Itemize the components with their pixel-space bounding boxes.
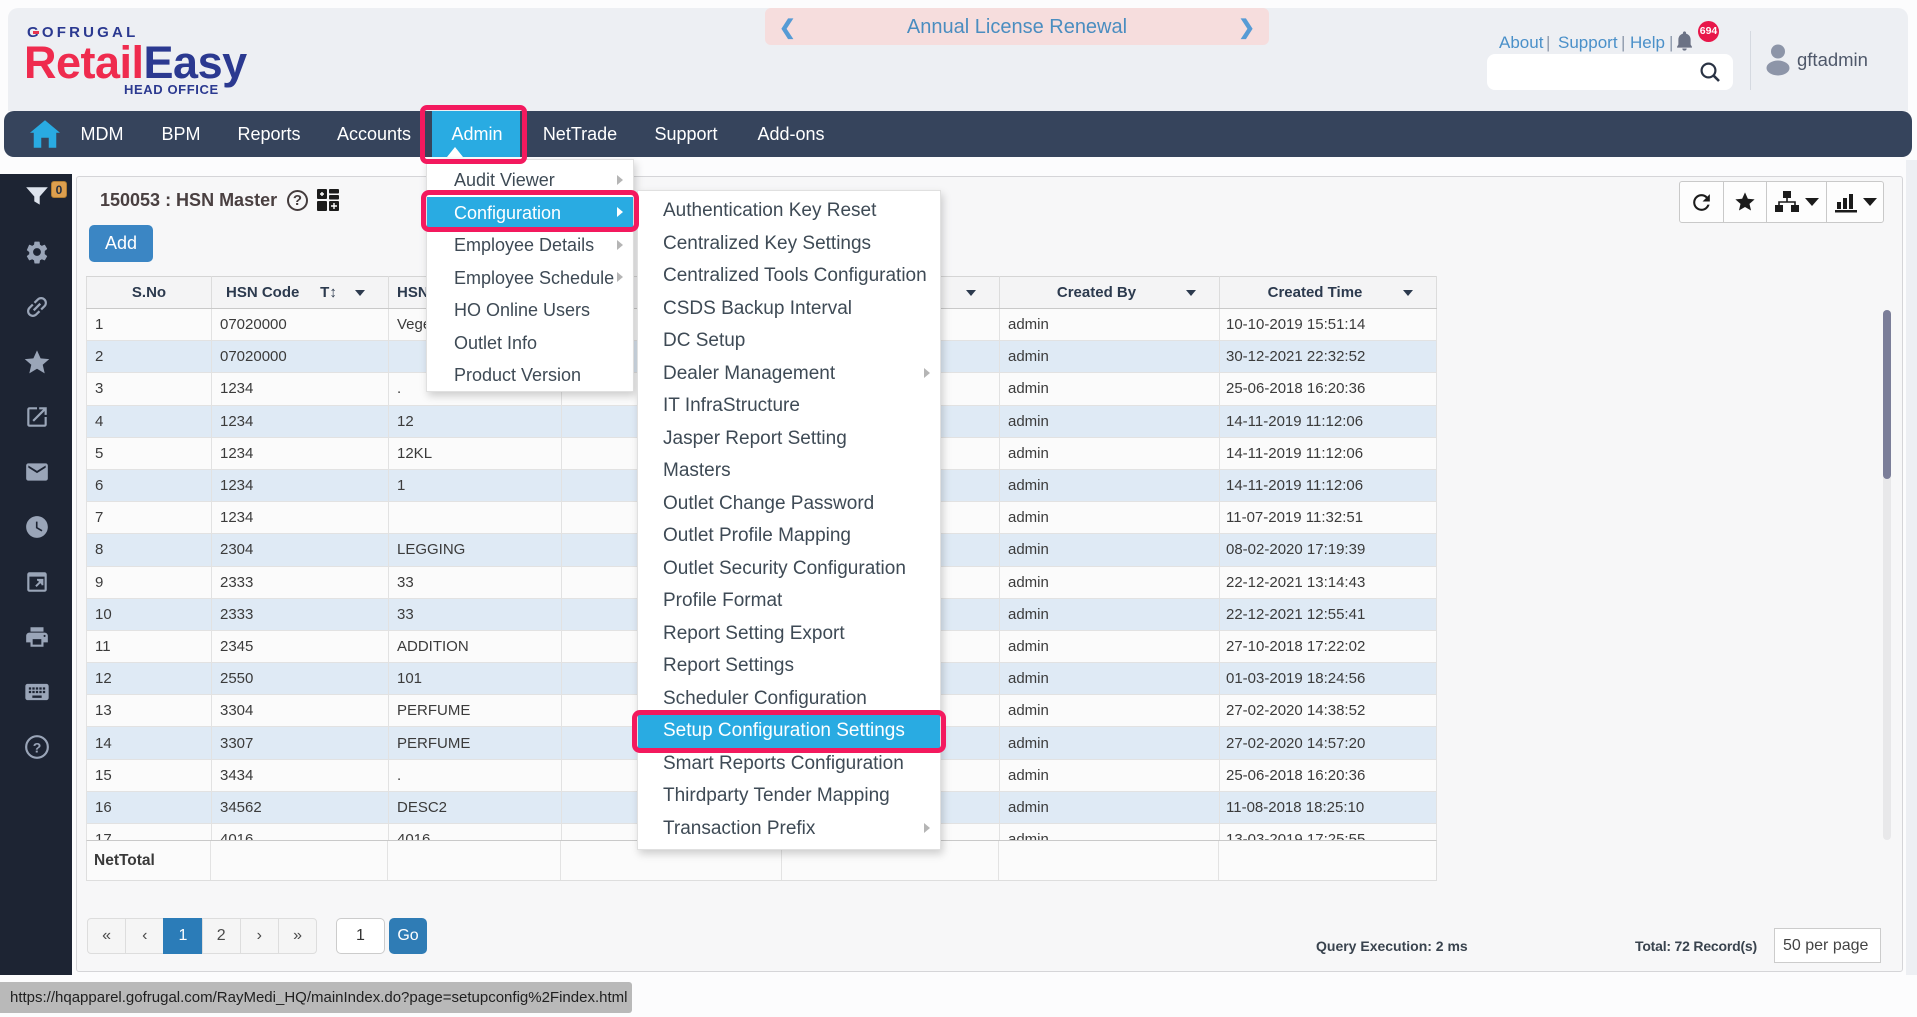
svg-text:?: ? bbox=[33, 739, 42, 755]
